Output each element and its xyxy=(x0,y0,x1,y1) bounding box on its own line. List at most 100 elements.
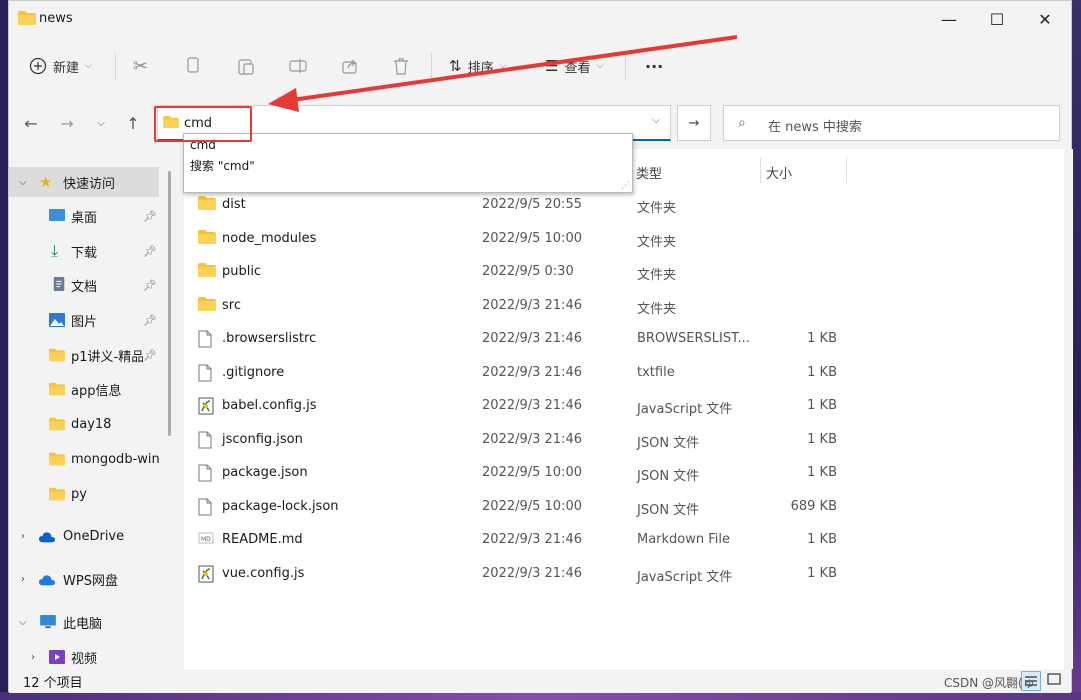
desktop-icon xyxy=(49,209,65,221)
file-name: babel.config.js xyxy=(222,398,317,413)
file-name: src xyxy=(222,297,241,313)
pin-icon: 📌︎ xyxy=(143,209,157,223)
sort-button[interactable]: ⇅ 排序 ⌵ xyxy=(449,43,506,89)
file-size: 1 KB xyxy=(807,364,837,380)
search-icon: ⌕ xyxy=(738,115,746,131)
file-row[interactable]: .gitignore 2022/9/3 21:46 txtfile 1 KB xyxy=(184,356,844,389)
file-row[interactable]: node_modules 2022/9/5 10:00 文件夹 xyxy=(184,222,844,255)
folder-icon xyxy=(49,487,65,501)
resize-grip-icon[interactable]: ⋰ xyxy=(621,181,630,191)
back-button[interactable]: ← xyxy=(19,111,43,135)
file-type: JavaScript 文件 xyxy=(637,402,733,417)
title-bar[interactable]: news — ☐ ✕ xyxy=(9,1,1071,37)
tiles-view-icon xyxy=(1047,673,1061,685)
view-icon: ☰ xyxy=(545,57,559,75)
file-row[interactable]: public 2022/9/5 0:30 文件夹 xyxy=(184,255,844,288)
file-date: 2022/9/5 10:00 xyxy=(482,230,582,246)
file-row[interactable]: vue.config.js 2022/9/3 21:46 JavaScript 文件… xyxy=(184,557,844,590)
recent-locations-button[interactable]: ⌵ xyxy=(89,111,113,135)
search-placeholder[interactable]: 在 news 中搜索 xyxy=(768,116,862,135)
file-row[interactable]: babel.config.js 2022/9/3 21:46 JavaScript … xyxy=(184,389,844,422)
chevron-down-icon[interactable]: ⌵ xyxy=(19,177,27,188)
svg-text:MD: MD xyxy=(201,536,211,543)
view-button[interactable]: ☰ 查看 ⌵ xyxy=(545,43,603,89)
video-icon xyxy=(49,650,65,664)
file-row[interactable]: src 2022/9/3 21:46 文件夹 xyxy=(184,289,844,322)
paste-button[interactable] xyxy=(237,43,255,89)
sidebar-item-documents[interactable]: 文档 📌︎ xyxy=(9,270,159,300)
picture-icon xyxy=(49,313,65,327)
tiles-view-button[interactable] xyxy=(1045,671,1065,691)
chevron-down-icon[interactable]: ⌵ xyxy=(19,617,27,628)
rename-button[interactable] xyxy=(289,43,307,89)
up-button[interactable]: ↑ xyxy=(121,111,145,135)
chevron-down-icon: ⌵ xyxy=(97,117,105,129)
file-row[interactable]: jsconfig.json 2022/9/3 21:46 JSON 文件 1 KB xyxy=(184,423,844,456)
cloud-icon xyxy=(39,575,55,586)
folder-icon xyxy=(49,348,65,362)
more-options-button[interactable]: ··· xyxy=(645,43,663,89)
chevron-right-icon[interactable]: › xyxy=(21,574,25,585)
sidebar-scrollbar[interactable] xyxy=(168,171,171,436)
copy-button[interactable] xyxy=(185,43,201,89)
sidebar-item-folder[interactable]: day18 xyxy=(9,409,159,439)
file-explorer-window: news — ☐ ✕ 新建 ⌵ ✂ ⇅ 排序 ⌵ ☰ 查看 ⌵ ··· ← → … xyxy=(8,0,1073,693)
sidebar-item-downloads[interactable]: ⤓ 下载 📌︎ xyxy=(9,236,159,266)
chevron-down-icon: ⌵ xyxy=(499,61,507,71)
suggestion-item[interactable]: 搜索 "cmd" xyxy=(190,157,255,174)
sidebar-item-this-pc[interactable]: ⌵ 此电脑 xyxy=(9,607,159,637)
content-scrollbar[interactable] xyxy=(1064,149,1072,669)
file-date: 2022/9/3 21:46 xyxy=(482,431,582,447)
file-name: dist xyxy=(222,197,246,212)
delete-button[interactable] xyxy=(393,43,409,89)
view-label: 查看 xyxy=(564,60,591,76)
arrow-left-icon: ← xyxy=(24,113,38,133)
file-date: 2022/9/3 21:46 xyxy=(482,364,582,380)
sidebar-item-desktop[interactable]: 桌面 📌︎ xyxy=(9,201,159,231)
sidebar-item-folder[interactable]: p1讲义-精品 📌︎ xyxy=(9,340,159,370)
search-box[interactable]: ⌕ 在 news 中搜索 xyxy=(723,105,1060,141)
file-name: jsconfig.json xyxy=(222,431,303,447)
column-header-size[interactable]: 大小 xyxy=(766,163,792,182)
file-row[interactable]: package-lock.json 2022/9/5 10:00 JSON 文件 68… xyxy=(184,490,844,523)
sidebar-item-label: 此电脑 xyxy=(63,616,103,632)
file-icon xyxy=(198,431,216,448)
column-divider[interactable] xyxy=(846,157,847,183)
minimize-button[interactable]: — xyxy=(925,1,973,37)
column-divider[interactable] xyxy=(760,157,761,183)
file-row[interactable]: .browserslistrc 2022/9/3 21:46 BROWSERSLIS… xyxy=(184,322,844,355)
sidebar-item-folder[interactable]: mongodb-win xyxy=(9,444,159,474)
file-row[interactable]: package.json 2022/9/5 10:00 JSON 文件 1 KB xyxy=(184,456,844,489)
sidebar-item-wps[interactable]: › WPS网盘 xyxy=(9,564,159,594)
close-button[interactable]: ✕ xyxy=(1021,1,1069,37)
cut-button[interactable]: ✂ xyxy=(133,43,148,89)
sidebar-item-quick-access[interactable]: ⌵ ★ 快速访问 xyxy=(9,167,159,197)
pin-icon: 📌︎ xyxy=(143,348,157,362)
folder-icon xyxy=(198,296,216,313)
share-button[interactable] xyxy=(341,43,359,89)
new-button[interactable]: 新建 ⌵ xyxy=(29,43,92,89)
folder-icon xyxy=(18,11,36,25)
cloud-icon xyxy=(39,532,55,543)
address-dropdown-icon[interactable]: ⌵ xyxy=(652,115,660,126)
go-button[interactable]: → xyxy=(677,105,711,141)
file-row[interactable]: MD README.md 2022/9/3 21:46 Markdown File 1 … xyxy=(184,523,844,556)
file-date: 2022/9/3 21:46 xyxy=(482,532,582,547)
paste-icon xyxy=(238,59,254,75)
computer-icon xyxy=(40,615,56,629)
toolbar-divider xyxy=(431,53,432,81)
sidebar-item-folder[interactable]: app信息 xyxy=(9,374,159,404)
sidebar-item-onedrive[interactable]: › OneDrive xyxy=(9,521,159,551)
chevron-right-icon[interactable]: › xyxy=(31,652,35,663)
sidebar-item-folder[interactable]: py xyxy=(9,479,159,509)
sidebar-item-videos[interactable]: › 视频 xyxy=(9,642,159,672)
column-header-type[interactable]: 类型 xyxy=(636,163,662,182)
maximize-button[interactable]: ☐ xyxy=(973,1,1021,37)
folder-icon xyxy=(49,452,65,466)
chevron-right-icon[interactable]: › xyxy=(21,531,25,542)
forward-button[interactable]: → xyxy=(55,111,79,135)
file-name: package-lock.json xyxy=(222,498,339,514)
file-type: JavaScript 文件 xyxy=(637,569,733,585)
sidebar-item-pictures[interactable]: 图片 📌︎ xyxy=(9,305,159,335)
file-type: JSON 文件 xyxy=(637,469,700,484)
